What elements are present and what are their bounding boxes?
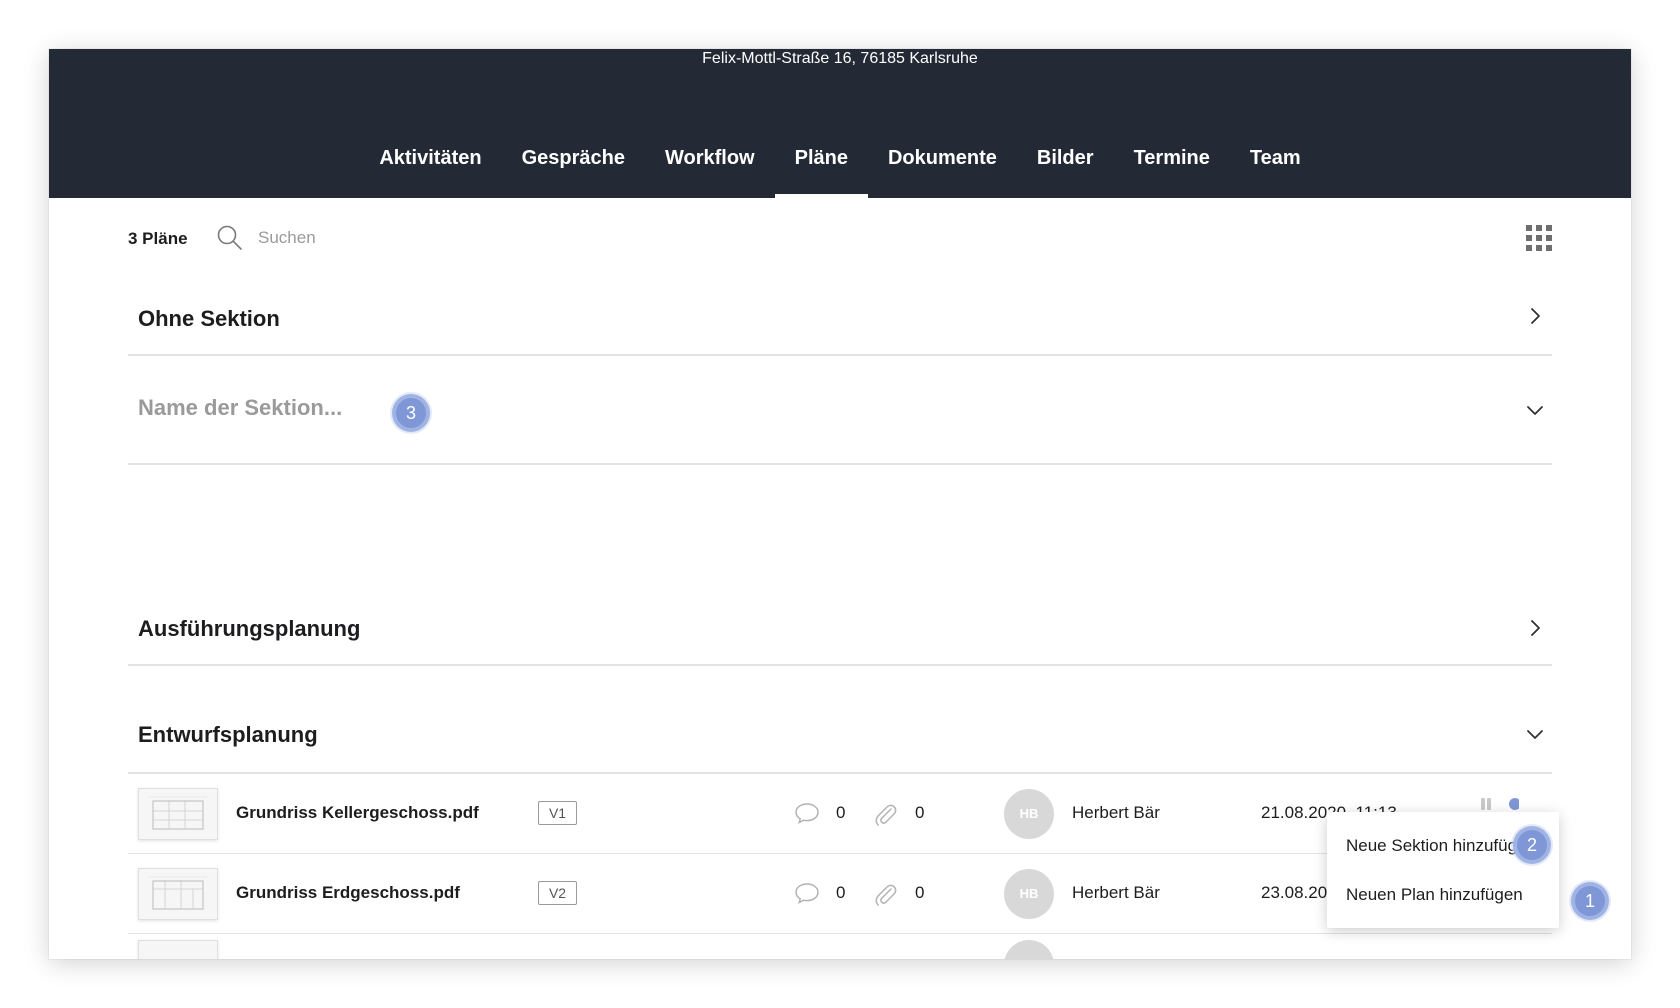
version-badge: V2 [538, 881, 577, 905]
project-header: Felix-Mottl-Straße 16, 76185 Karlsruhe A… [49, 49, 1631, 198]
app-window: Felix-Mottl-Straße 16, 76185 Karlsruhe A… [49, 49, 1631, 959]
section-name-input[interactable] [138, 395, 348, 421]
avatar: HB [1004, 869, 1054, 919]
comment-count: 0 [836, 883, 846, 902]
paperclip-icon [875, 804, 897, 826]
step-badge-2: 2 [1513, 826, 1551, 864]
plan-thumbnail [138, 788, 218, 840]
menu-item-new-section[interactable]: Neue Sektion hinzufügen [1346, 836, 1536, 856]
project-address: Felix-Mottl-Straße 16, 76185 Karlsruhe [702, 50, 978, 67]
section-title: Ausführungsplanung [138, 616, 361, 641]
plan-count: 3 Pläne [128, 229, 188, 248]
plan-row-partial [128, 934, 1552, 959]
grid-view-icon[interactable] [1526, 225, 1552, 251]
comment-count: 0 [836, 803, 846, 822]
chevron-down-icon[interactable] [1526, 401, 1544, 419]
paperclip-icon [875, 884, 897, 906]
menu-item-new-plan[interactable]: Neuen Plan hinzufügen [1346, 885, 1523, 905]
search-icon[interactable] [216, 224, 244, 252]
plan-author: Herbert Bär [1072, 883, 1160, 902]
add-context-menu: Neue Sektion hinzufügen Neuen Plan hinzu… [1327, 812, 1559, 928]
main-nav: Aktivitäten Gespräche Workflow Pläne Dok… [49, 145, 1631, 198]
avatar: HB [1004, 789, 1054, 839]
chevron-right-icon[interactable] [1526, 619, 1544, 637]
tab-termine[interactable]: Termine [1114, 145, 1230, 198]
tab-plaene[interactable]: Pläne [774, 145, 869, 198]
row-actions-icon[interactable] [1479, 796, 1519, 812]
chevron-right-icon[interactable] [1526, 307, 1544, 325]
attachment-count: 0 [915, 883, 925, 902]
section-title: Ohne Sektion [138, 306, 280, 331]
plan-name[interactable]: Grundriss Kellergeschoss.pdf [236, 803, 479, 823]
step-badge-1: 1 [1571, 882, 1609, 920]
tab-aktivitaeten[interactable]: Aktivitäten [359, 145, 501, 198]
step-badge-3: 3 [392, 394, 430, 432]
version-badge: V1 [538, 801, 577, 825]
plan-thumbnail [138, 868, 218, 920]
tab-gespraeche[interactable]: Gespräche [502, 145, 645, 198]
plan-name[interactable]: Grundriss Erdgeschoss.pdf [236, 883, 460, 903]
chevron-down-icon[interactable] [1526, 725, 1544, 743]
section-ausfuehrungsplanung[interactable]: Ausführungsplanung [128, 559, 1552, 666]
tab-team[interactable]: Team [1230, 145, 1321, 198]
section-ohne-sektion[interactable]: Ohne Sektion [128, 275, 1552, 356]
avatar-partial [1004, 940, 1054, 959]
section-entwurfsplanung[interactable]: Entwurfsplanung [128, 666, 1552, 774]
section-new: 3 [128, 356, 1552, 465]
attachment-count: 0 [915, 803, 925, 822]
search-input[interactable] [258, 225, 518, 251]
section-title: Entwurfsplanung [138, 722, 318, 747]
comment-icon [795, 803, 819, 824]
plan-thumbnail [138, 940, 218, 959]
plan-author: Herbert Bär [1072, 803, 1160, 822]
comment-icon [795, 883, 819, 904]
tab-bilder[interactable]: Bilder [1017, 145, 1114, 198]
tab-workflow[interactable]: Workflow [645, 145, 775, 198]
plans-toolbar: 3 Pläne [128, 219, 1552, 259]
tab-dokumente[interactable]: Dokumente [868, 145, 1017, 198]
